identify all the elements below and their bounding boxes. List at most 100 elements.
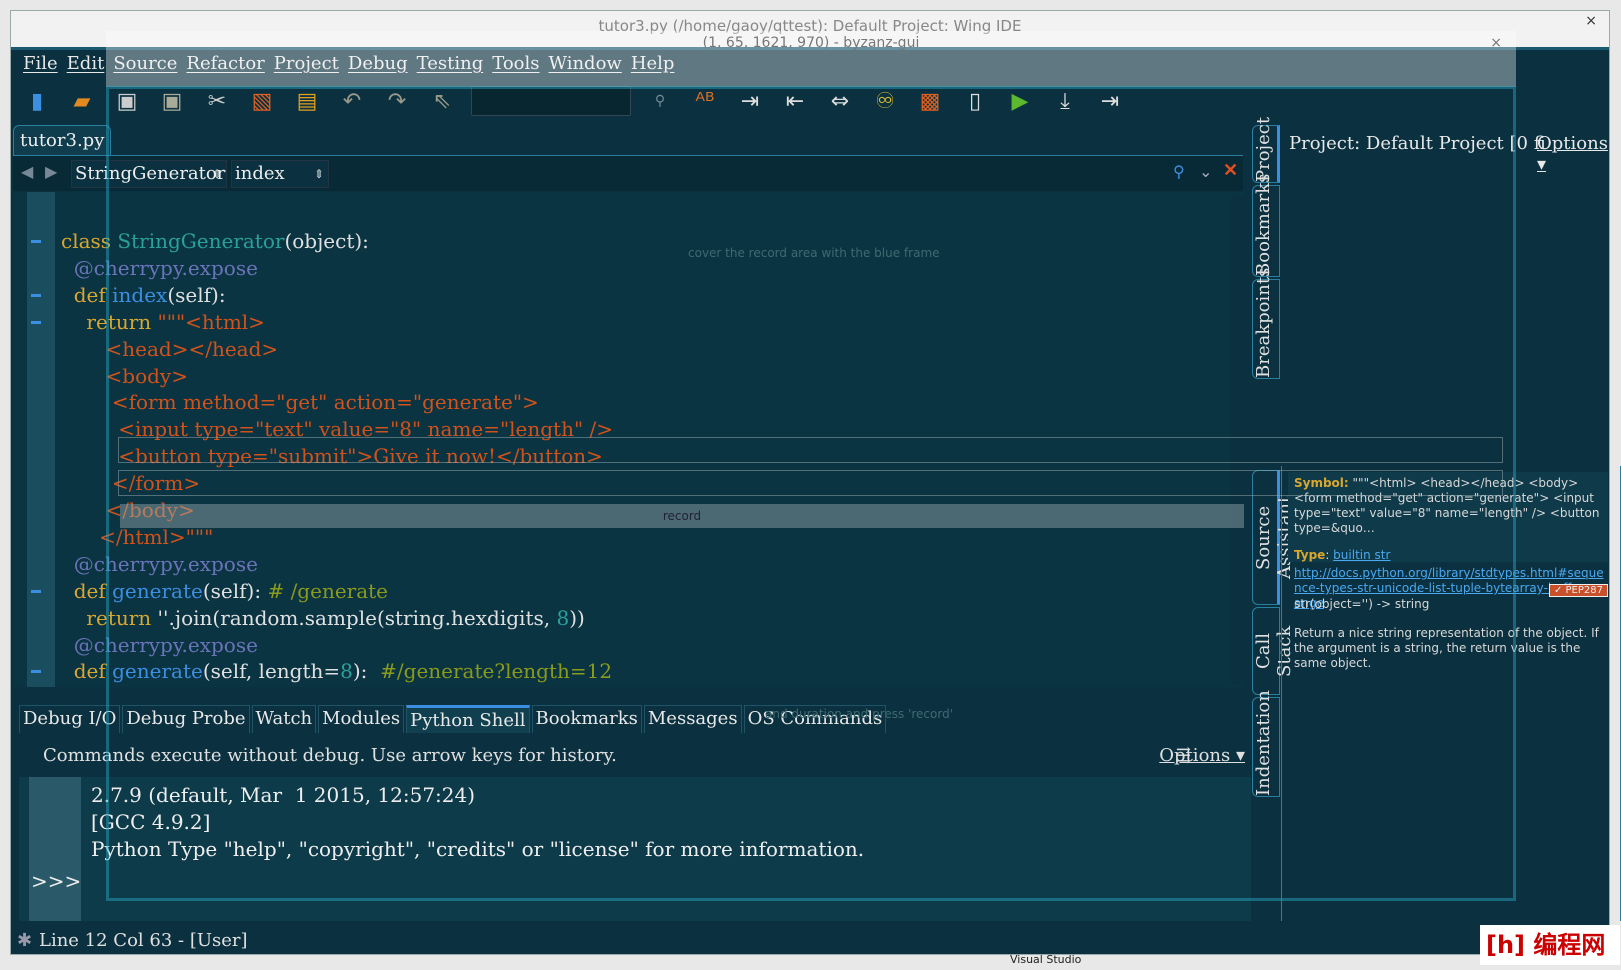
- fold-toggle-icon[interactable]: [31, 240, 41, 243]
- menu-file[interactable]: File: [23, 50, 67, 79]
- fold-toggle-icon[interactable]: [31, 320, 41, 324]
- spell-check-icon[interactable]: ᴬᴮ: [689, 85, 721, 117]
- save-icon[interactable]: ▣: [111, 85, 143, 117]
- run-to-cursor-icon[interactable]: ⇥: [1094, 85, 1126, 117]
- python-shell-header: Commands execute without debug. Use arro…: [19, 735, 1251, 777]
- tab-watch[interactable]: Watch: [251, 705, 317, 733]
- byzanz-close-button[interactable]: ×: [1490, 35, 1502, 51]
- code-token: index: [112, 282, 168, 307]
- chevron-down-icon[interactable]: ⌄: [1199, 162, 1212, 181]
- code-token: (object):: [284, 229, 369, 253]
- fold-gutter: [27, 192, 55, 687]
- scope-class-select[interactable]: StringGenerator ⇕: [71, 160, 227, 188]
- byzanz-field[interactable]: [118, 470, 1503, 496]
- copy-icon[interactable]: ▧: [246, 85, 278, 117]
- code-line: return ''.join(random.sample(string.hexd…: [61, 605, 584, 632]
- tab-messages[interactable]: Messages: [643, 705, 742, 733]
- pep287-badge: ✓ PEP287: [1548, 584, 1608, 597]
- forward-arrow-icon[interactable]: ▶: [45, 162, 57, 181]
- project-options-button[interactable]: Options ▾: [1537, 133, 1621, 175]
- docstring: Return a nice string representation of t…: [1294, 626, 1599, 670]
- tab-indentation[interactable]: Indentation: [1252, 690, 1280, 797]
- tab-debug-probe[interactable]: Debug Probe: [122, 705, 250, 733]
- tab-bookmarks[interactable]: Bookmarks: [531, 705, 642, 733]
- shell-gutter: [29, 777, 81, 921]
- code-token: @cherrypy.expose: [61, 632, 258, 657]
- indent-toggle-icon[interactable]: ⇔: [824, 85, 856, 117]
- code-token: class: [61, 229, 118, 253]
- debug-config-icon[interactable]: ▩: [914, 85, 946, 117]
- code-line: def index(self):: [61, 282, 226, 309]
- code-line: @cherrypy.expose: [61, 255, 258, 282]
- pin-icon[interactable]: ⚲: [1173, 162, 1185, 181]
- watermark-logo: [h] 编程网: [1480, 925, 1620, 965]
- shell-line: 2.7.9 (default, Mar 1 2015, 12:57:24): [91, 783, 476, 807]
- tab-bookmarks[interactable]: Bookmarks: [1252, 174, 1280, 277]
- code-token: def: [61, 659, 113, 684]
- fold-toggle-icon[interactable]: [31, 293, 41, 297]
- tab-debug-i-o[interactable]: Debug I/O: [19, 705, 121, 733]
- code-token: generate: [112, 659, 203, 684]
- type-label: Type: [1294, 548, 1326, 562]
- status-bar: ✱ Line 12 Col 63 - [User]: [11, 926, 1609, 956]
- close-button[interactable]: ×: [1585, 13, 1597, 29]
- close-editor-icon[interactable]: ✕: [1223, 160, 1238, 181]
- code-token: ''.join(random.sample(string.hexdigits,: [157, 605, 557, 630]
- scope-method-value: index: [235, 163, 285, 184]
- search-icon[interactable]: ⚲: [644, 85, 676, 117]
- tab-modules[interactable]: Modules: [318, 705, 405, 733]
- code-line: class StringGenerator(object):: [61, 228, 369, 255]
- code-token: <head></head>: [61, 336, 279, 361]
- shell-options-button[interactable]: Options ▾: [1159, 735, 1245, 777]
- paste-icon[interactable]: ▤: [291, 85, 323, 117]
- code-token: ''.join(random.sample(string.hexdigits, …: [158, 686, 680, 687]
- signature: str(object='') -> string: [1294, 597, 1430, 611]
- code-token: @cherrypy.expose: [61, 255, 258, 280]
- undo-icon[interactable]: ↶: [336, 85, 368, 117]
- run-icon[interactable]: ▶: [1004, 85, 1036, 117]
- code-line: <body>: [61, 363, 188, 390]
- byzanz-field[interactable]: [118, 437, 1503, 463]
- indent-icon[interactable]: ⇥: [734, 85, 766, 117]
- code-token: </html>""": [61, 524, 214, 549]
- editor-tab-tutor3[interactable]: tutor3.py: [13, 125, 112, 155]
- code-line: return ''.join(random.sample(string.hexd…: [61, 685, 680, 687]
- code-token: <form method="get" action="generate">: [61, 390, 539, 415]
- open-folder-icon[interactable]: ▰: [66, 85, 98, 117]
- code-token: StringGenerator: [117, 229, 285, 253]
- redo-icon[interactable]: ↷: [381, 85, 413, 117]
- record-button[interactable]: record: [120, 504, 1244, 528]
- fold-toggle-icon[interactable]: [31, 670, 41, 674]
- byzanz-hint-2: and duration and press 'record': [765, 707, 954, 721]
- bottom-tool-tabs: Debug I/O Debug Probe Watch Modules Python S…: [13, 697, 1243, 733]
- new-doc-icon[interactable]: ▯: [959, 85, 991, 117]
- new-file-icon[interactable]: ▮: [21, 85, 53, 117]
- type-link[interactable]: builtin str: [1333, 548, 1390, 562]
- tab-breakpoints[interactable]: Breakpoints: [1252, 268, 1280, 379]
- scope-class-value: StringGenerator: [75, 163, 226, 184]
- cut-icon[interactable]: ✂: [201, 85, 233, 117]
- taskbar-visual-studio[interactable]: Visual Studio: [1010, 953, 1081, 966]
- python-shell[interactable]: 2.7.9 (default, Mar 1 2015, 12:57:24) [G…: [19, 777, 1251, 921]
- byzanz-titlebar: (1, 65, 1621, 970) - byzanz-gui ×: [106, 31, 1516, 87]
- code-line: <form method="get" action="generate">: [61, 389, 539, 416]
- code-token: <body>: [61, 363, 188, 388]
- python-icon[interactable]: ♾: [869, 85, 901, 117]
- scope-method-select[interactable]: index ⇕: [231, 160, 329, 188]
- back-arrow-icon[interactable]: ◀: [21, 162, 33, 181]
- select-icon[interactable]: ⇖: [426, 85, 458, 117]
- step-into-icon[interactable]: ⤓: [1049, 85, 1081, 117]
- tab-call-stack[interactable]: Call Stack: [1252, 607, 1295, 695]
- toolbar-search-input[interactable]: [471, 86, 631, 116]
- code-token: return: [61, 605, 158, 630]
- shell-hint: Commands execute without debug. Use arro…: [43, 745, 617, 766]
- byzanz-title: (1, 65, 1621, 970) - byzanz-gui: [702, 35, 920, 51]
- code-token: #/generate?length=12: [380, 659, 613, 684]
- tab-python-shell[interactable]: Python Shell: [406, 705, 530, 733]
- right-vertical-tabs: Project Bookmarks Breakpoints Source Ass…: [1252, 117, 1295, 805]
- code-token: def: [61, 282, 113, 307]
- code-token: 8: [340, 659, 353, 684]
- fold-toggle-icon[interactable]: [31, 589, 41, 593]
- outdent-icon[interactable]: ⇤: [779, 85, 811, 117]
- save-all-icon[interactable]: ▣: [156, 85, 188, 117]
